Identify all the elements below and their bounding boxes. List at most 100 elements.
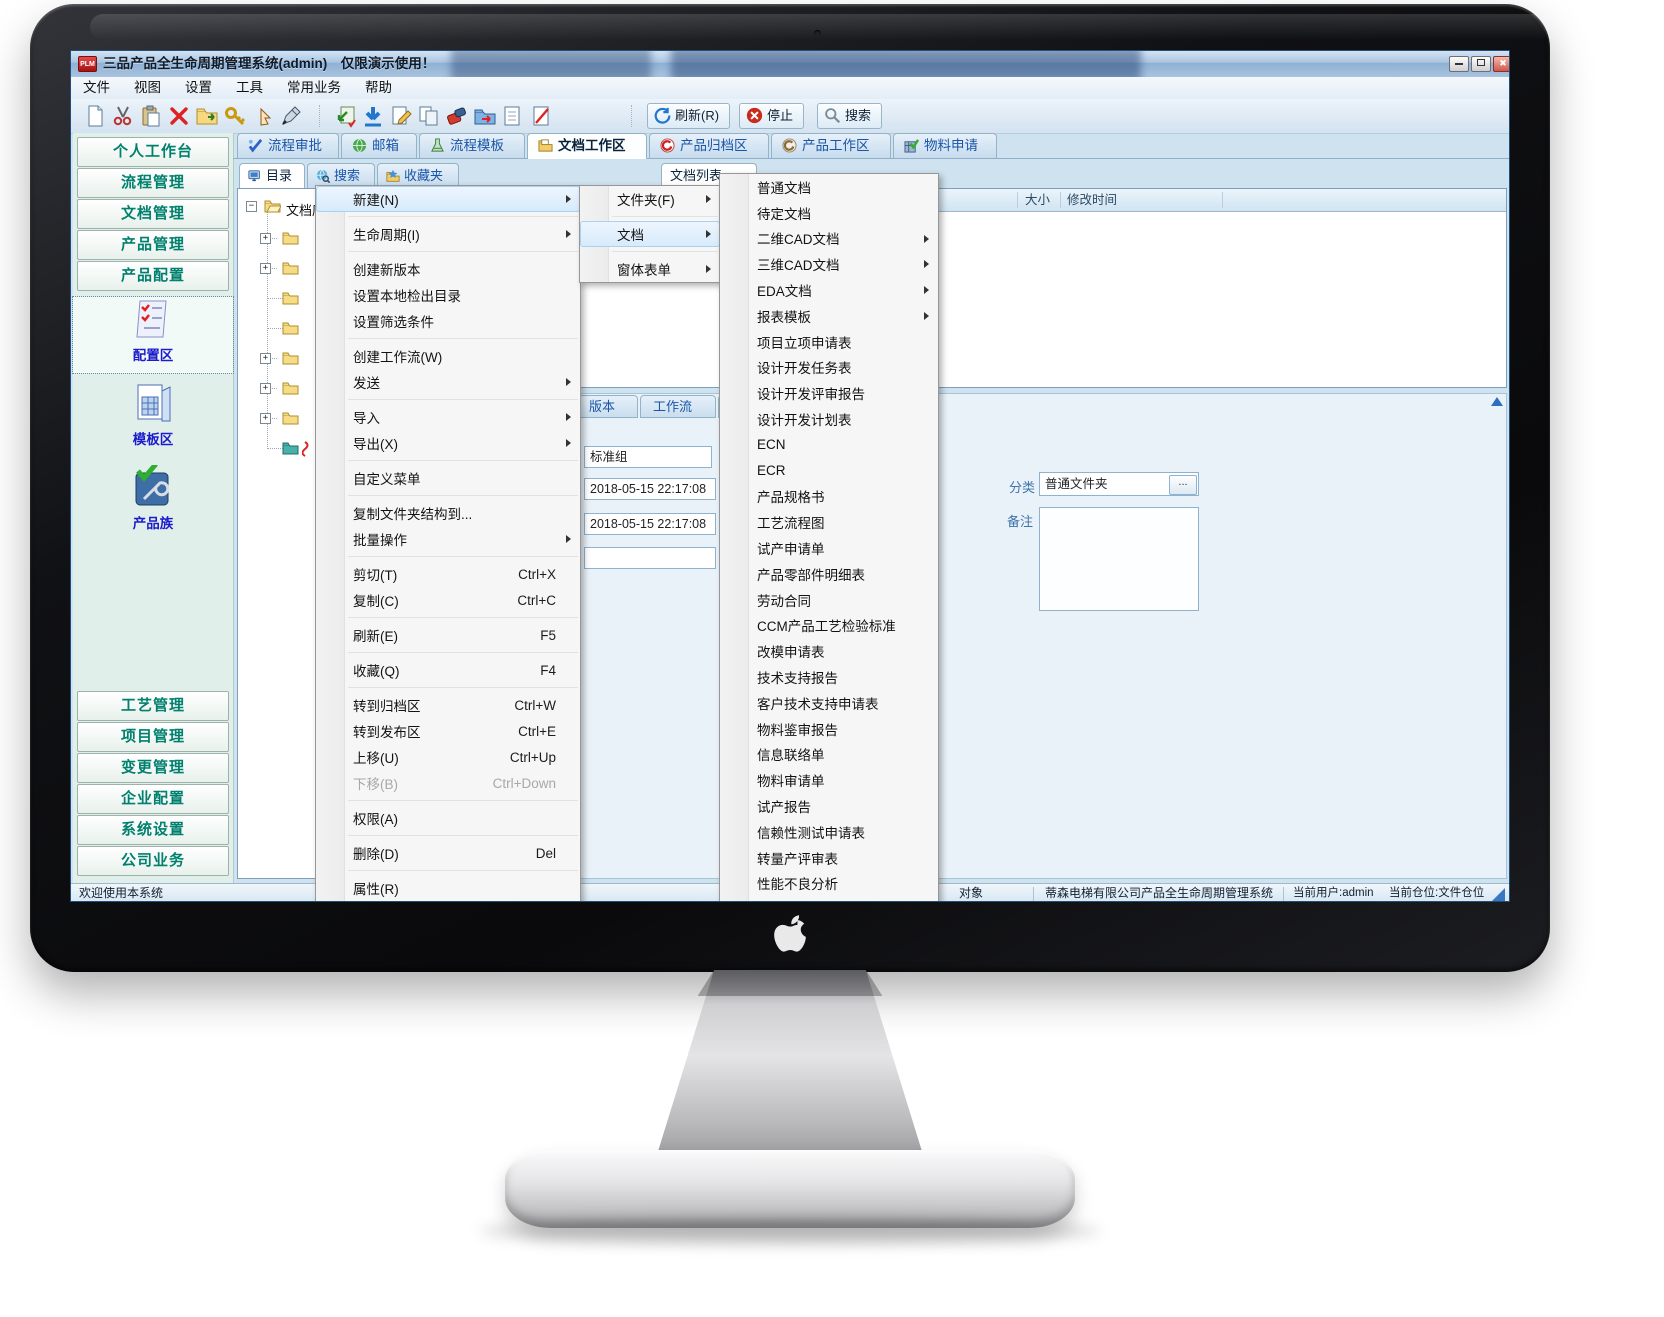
menu-item-doctype[interactable]: 设计开发任务表 [720,355,938,381]
document-list-icon[interactable] [501,104,525,128]
sidebar-item-craft-mgmt[interactable]: 工艺管理 [77,691,229,721]
copy-document-icon[interactable] [417,104,441,128]
menu-item-doctype[interactable]: 改模申请表 [720,638,938,664]
created-time-input[interactable]: 2018-05-15 22:17:08 [584,478,716,500]
menu-item-goto-archive[interactable]: 转到归档区Ctrl+W [316,692,580,718]
menu-settings[interactable]: 设置 [173,77,224,99]
menu-item-move-up[interactable]: 上移(U)Ctrl+Up [316,744,580,770]
tree-expand-toggle[interactable]: + [260,383,271,394]
sidebar-item-product-config[interactable]: 产品配置 [77,261,229,291]
tab-process-template[interactable]: 流程模板 [419,133,525,158]
menu-item-copy-folder-structure[interactable]: 复制文件夹结构到... [316,500,580,526]
menu-item-doctype-clipped[interactable]: 图纸会审记录 [720,896,938,902]
checkout-icon[interactable] [361,104,385,128]
category-browse-button[interactable]: ... [1169,475,1197,495]
menu-view[interactable]: 视图 [122,77,173,99]
menu-item-new-folder[interactable]: 文件夹(F) [580,186,720,212]
maximize-button[interactable] [1471,56,1491,72]
menu-item-goto-release[interactable]: 转到发布区Ctrl+E [316,718,580,744]
sidebar-item-enterprise-config[interactable]: 企业配置 [77,784,229,814]
tab-directory[interactable]: 目录 [239,163,305,188]
menu-item-doctype[interactable]: ECN [720,432,938,458]
menu-tools[interactable]: 工具 [224,77,275,99]
menu-item-cut[interactable]: 剪切(T)Ctrl+X [316,561,580,587]
menu-item-doctype[interactable]: 设计开发评审报告 [720,380,938,406]
column-size[interactable]: 大小 [1025,189,1050,211]
sign-pen-icon[interactable] [279,104,303,128]
close-button[interactable]: ✖ [1493,56,1509,72]
menu-item-lifecycle[interactable]: 生命周期(I) [316,221,580,247]
menu-item-doctype[interactable]: 性能不良分析 [720,871,938,897]
menu-item-doctype[interactable]: 试产报告 [720,793,938,819]
menu-item-new-form[interactable]: 窗体表单 [580,256,720,282]
menu-item-doctype[interactable]: ECR [720,458,938,484]
menu-item-new[interactable]: 新建(N) [316,186,580,212]
menu-item-set-checkout-dir[interactable]: 设置本地检出目录 [316,282,580,308]
sidebar-item-process-mgmt[interactable]: 流程管理 [77,168,229,198]
undo-checkout-icon[interactable] [445,104,469,128]
tab-product-archive[interactable]: 产品归档区 [649,133,769,158]
menu-item-doctype[interactable]: 劳动合同 [720,587,938,613]
menu-item-doctype[interactable]: 报表模板 [720,303,938,329]
scroll-up-icon[interactable] [1491,397,1503,406]
menu-item-doctype[interactable]: 三维CAD文档 [720,251,938,277]
menu-item-doctype[interactable]: 物料鉴审报告 [720,716,938,742]
menu-item-set-filter[interactable]: 设置筛选条件 [316,308,580,334]
menu-file[interactable]: 文件 [71,77,122,99]
menu-item-delete[interactable]: 删除(D)Del [316,840,580,866]
menu-item-doctype[interactable]: 技术支持报告 [720,664,938,690]
remark-textarea[interactable] [1039,507,1199,611]
tab-version[interactable]: 版本 [576,395,638,418]
menu-item-new-version[interactable]: 创建新版本 [316,256,580,282]
shortcut-config-area[interactable]: 配置区 [73,297,233,373]
stop-button[interactable]: 停止 [739,103,804,129]
sidebar-item-company-business[interactable]: 公司业务 [77,846,229,876]
empty-field-input[interactable] [584,547,716,569]
delete-icon[interactable] [167,104,191,128]
menu-item-doctype[interactable]: 项目立项申请表 [720,329,938,355]
minimize-button[interactable] [1449,56,1469,72]
resize-grip[interactable] [1492,888,1505,901]
paste-icon[interactable] [139,104,163,128]
tree-expand-toggle[interactable]: + [260,233,271,244]
menu-business[interactable]: 常用业务 [275,77,353,99]
tree-expand-toggle[interactable]: + [260,353,271,364]
tree-expand-toggle[interactable]: + [260,263,271,274]
menu-item-doctype[interactable]: 产品零部件明细表 [720,561,938,587]
menu-item-doctype[interactable]: 产品规格书 [720,484,938,510]
menu-item-doctype[interactable]: 普通文档 [720,174,938,200]
tree-collapse-toggle[interactable]: − [246,201,257,212]
tab-product-workspace[interactable]: 产品工作区 [771,133,891,158]
send-folder-icon[interactable] [473,104,497,128]
menu-item-doctype[interactable]: 客户技术支持申请表 [720,690,938,716]
new-document-icon[interactable] [83,104,107,128]
tree-expand-toggle[interactable]: + [260,413,271,424]
menu-item-doctype[interactable]: EDA文档 [720,277,938,303]
cut-icon[interactable] [111,104,135,128]
search-button[interactable]: 搜索 [817,103,882,129]
tab-process-approval[interactable]: 流程审批 [237,133,339,158]
menu-item-batch-ops[interactable]: 批量操作 [316,526,580,552]
menu-item-custom-menu[interactable]: 自定义菜单 [316,465,580,491]
tab-workflow[interactable]: 工作流 [640,395,716,418]
checkout-folder-icon[interactable] [195,104,219,128]
refresh-button[interactable]: 刷新(R) [647,103,730,129]
menu-item-import[interactable]: 导入 [316,404,580,430]
modified-time-input[interactable]: 2018-05-15 22:17:08 [584,513,716,535]
select-hand-icon[interactable] [251,104,275,128]
menu-item-doctype[interactable]: 信赖性测试申请表 [720,819,938,845]
menu-item-doctype[interactable]: 待定文档 [720,200,938,226]
standard-group-input[interactable]: 标准组 [584,446,712,468]
menu-item-send[interactable]: 发送 [316,369,580,395]
selected-folder-icon[interactable] [282,441,299,455]
menu-item-copy[interactable]: 复制(C)Ctrl+C [316,587,580,613]
sidebar-item-system-settings[interactable]: 系统设置 [77,815,229,845]
menu-item-doctype[interactable]: 设计开发计划表 [720,406,938,432]
tab-mailbox[interactable]: 邮箱 [341,133,417,158]
menu-item-export[interactable]: 导出(X) [316,430,580,456]
column-modified-time[interactable]: 修改时间 [1067,189,1117,211]
sidebar-item-project-mgmt[interactable]: 项目管理 [77,722,229,752]
sidebar-item-document-mgmt[interactable]: 文档管理 [77,199,229,229]
menu-item-doctype[interactable]: 转量产评审表 [720,845,938,871]
menu-item-doctype[interactable]: 二维CAD文档 [720,226,938,252]
